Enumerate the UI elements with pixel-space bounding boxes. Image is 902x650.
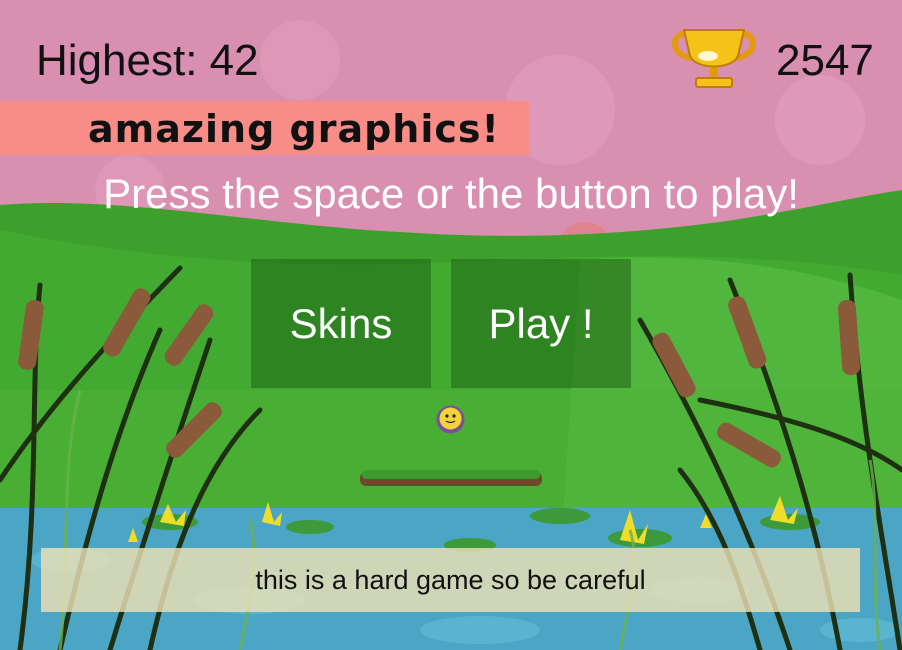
floating-platform [360, 470, 542, 486]
banner-text: amazing graphics! [88, 107, 500, 151]
hint-message: this is a hard game so be careful [41, 548, 860, 612]
play-prompt: Press the space or the button to play! [103, 170, 799, 217]
coin-score: 2547 [776, 36, 874, 85]
player-ball [436, 405, 465, 434]
game-canvas[interactable]: Highest: 42 2547 amazing graphics! Press… [0, 0, 902, 650]
highest-score-label: Highest: 42 [36, 36, 259, 85]
trophy-icon [672, 29, 756, 88]
skins-button[interactable]: Skins [251, 259, 431, 388]
play-button[interactable]: Play ! [451, 259, 631, 388]
